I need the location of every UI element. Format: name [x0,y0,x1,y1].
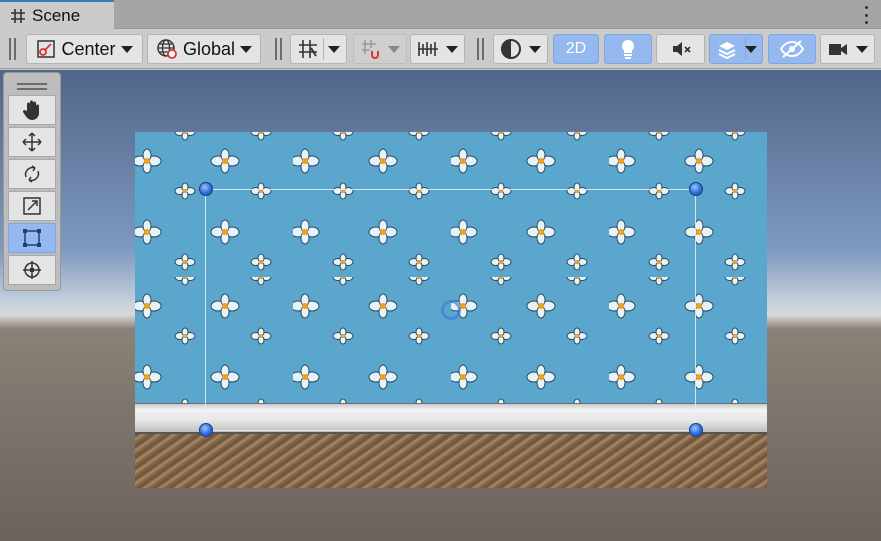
scene-viewport[interactable] [0,70,881,541]
snap-magnet-icon [362,40,379,59]
chevron-down-icon [529,45,541,53]
tab-scene[interactable]: Scene [0,0,114,29]
hash-grid-icon [11,8,25,23]
gizmo-handle-top-left[interactable] [199,182,213,196]
chevron-down-icon [856,45,868,53]
pivot-mode-label: Center [61,38,116,59]
hand-icon [22,100,39,120]
rect-tool[interactable] [8,223,56,253]
scale-icon [23,197,41,215]
shaded-sphere-icon [501,39,521,59]
rect-transform-icon [23,229,41,247]
eye-slash-icon [779,40,805,58]
gizmo-handle-bottom-right[interactable] [689,423,703,437]
video-camera-icon [829,44,847,55]
draw-mode-dropdown[interactable] [493,34,548,64]
grid-snap-icon [299,40,317,58]
pivot-handle[interactable] [441,300,461,320]
globe-icon [157,39,177,59]
chevron-down-icon [745,45,757,53]
pivot-mode-dropdown[interactable]: Center [26,34,143,64]
chevron-down-icon [388,45,400,53]
lightbulb-icon [621,39,635,59]
transform-icon [23,261,41,279]
effects-dropdown[interactable] [709,34,763,64]
pivot-center-icon [37,40,56,58]
toggle-2d-button[interactable]: 2D [553,34,599,64]
camera-settings-dropdown[interactable] [820,34,875,64]
toolbar-grip[interactable] [477,38,484,60]
grid-snapping-dropdown[interactable] [290,34,347,64]
audio-toggle-button[interactable] [656,34,705,64]
floor-sprite[interactable] [135,434,767,488]
move-arrows-icon [22,132,42,152]
layers-effects-icon [718,42,736,60]
scale-tool[interactable] [8,191,56,221]
lighting-toggle-button[interactable] [604,34,652,64]
ruler-icon [418,42,438,56]
hand-tool[interactable] [8,95,56,125]
chevron-down-icon [328,45,340,53]
pivot-space-label: Global [182,38,236,59]
chevron-down-icon [240,45,253,53]
rotate-icon [24,165,40,183]
move-tool[interactable] [8,127,56,157]
transform-tool[interactable] [8,255,56,285]
audio-muted-icon [672,42,691,56]
tab-bar: Scene [0,0,881,29]
chevron-down-icon [446,45,458,53]
ruler-dropdown[interactable] [410,34,465,64]
pivot-space-dropdown[interactable]: Global [147,34,261,64]
chevron-down-icon [120,45,133,53]
scene-toolbar: Center Global 2D [0,29,881,69]
toggle-2d-label: 2D [565,40,587,57]
toolbar-grip[interactable] [9,38,16,60]
rotate-tool[interactable] [8,159,56,189]
hidden-objects-toggle-button[interactable] [768,34,816,64]
tab-label: Scene [32,5,81,25]
gizmo-handle-top-right[interactable] [689,182,703,196]
tools-overlay [3,72,61,291]
toolbar-grip[interactable] [275,38,282,60]
more-options-icon[interactable] [863,6,869,24]
overlay-drag-handle[interactable] [8,77,56,95]
increment-snapping-dropdown[interactable] [353,34,407,64]
gizmo-handle-bottom-left[interactable] [199,423,213,437]
